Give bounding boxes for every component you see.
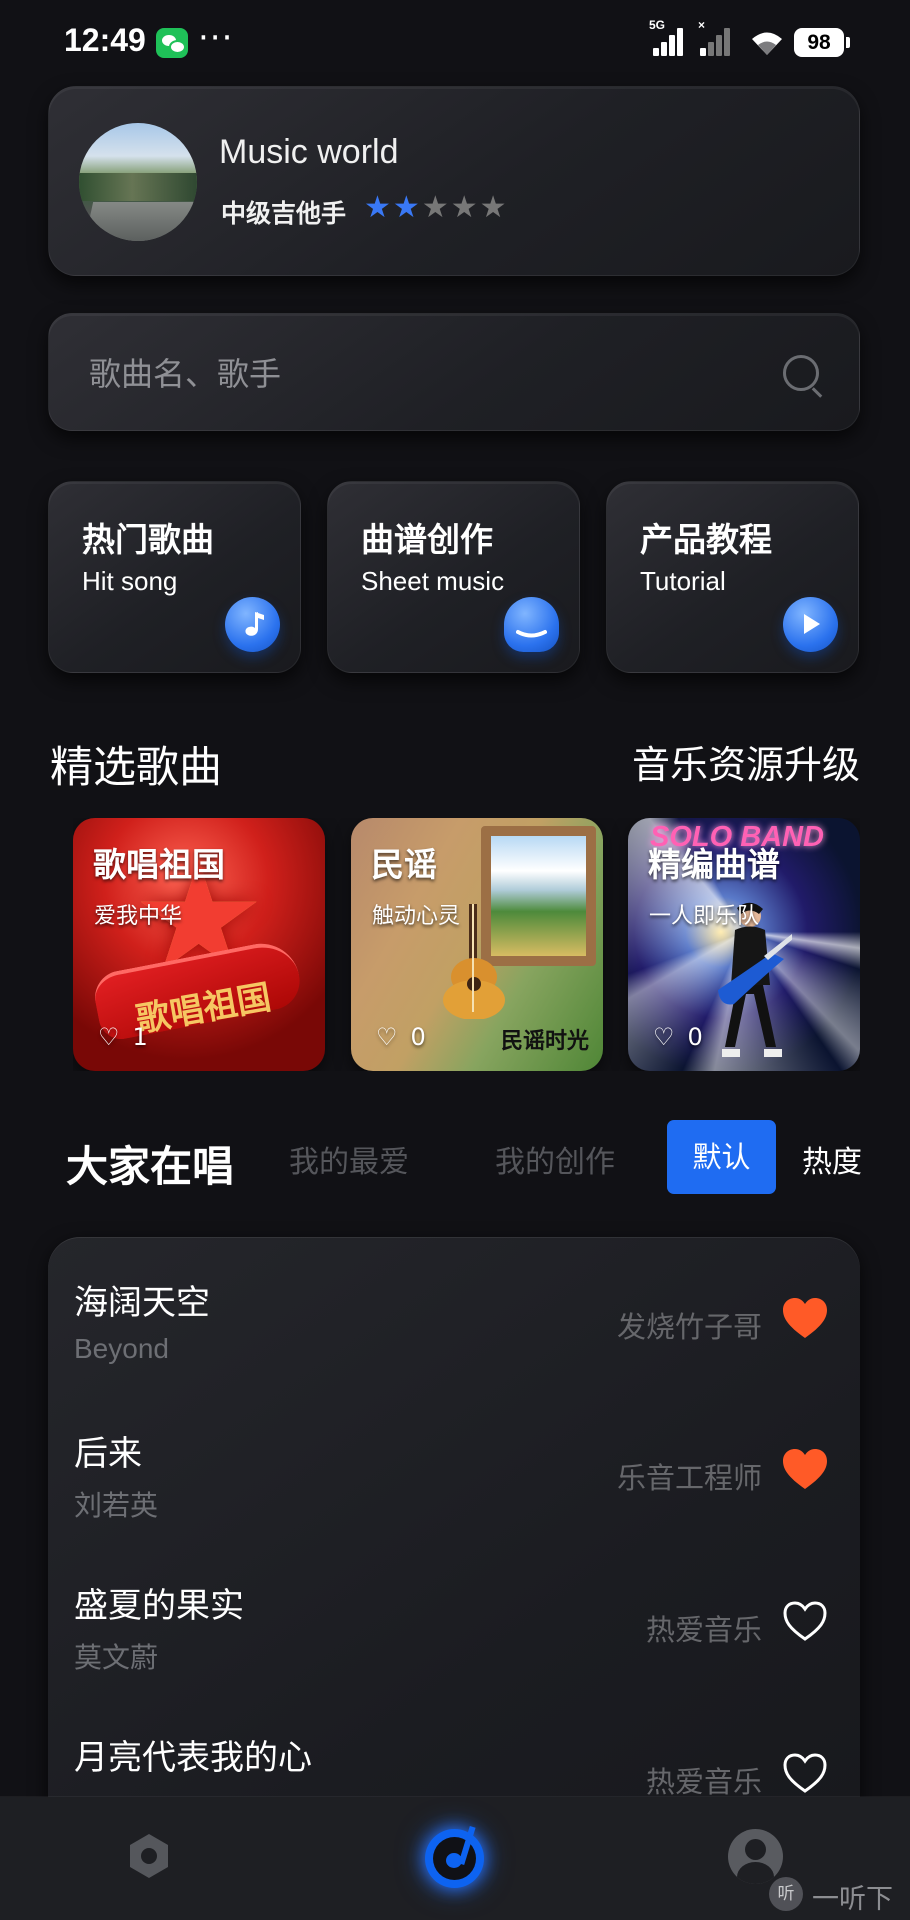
- watermark-text: 一听下载: [812, 1884, 893, 1915]
- battery-level: 98: [807, 31, 831, 54]
- like-number: 0: [687, 1023, 703, 1051]
- search-icon[interactable]: [783, 355, 819, 391]
- song-card-subtitle: 触动心灵: [372, 904, 461, 929]
- star-empty-icon: ★: [450, 190, 480, 225]
- song-artist: Beyond: [74, 1333, 169, 1364]
- community-song-list[interactable]: 海阔天空 Beyond 发烧竹子哥 后来 刘若英 乐音工程师 盛夏的果实 莫文蔚…: [48, 1237, 860, 1807]
- star-empty-icon: ★: [479, 190, 509, 225]
- hat-icon: [504, 597, 559, 652]
- status-time: 12:49: [64, 22, 146, 58]
- heart-outline-icon[interactable]: [782, 1752, 828, 1796]
- music-home-icon[interactable]: [425, 1829, 484, 1888]
- settings-icon[interactable]: [125, 1832, 173, 1880]
- selected-songs-title: 精选歌曲: [50, 743, 222, 793]
- feature-title: 曲谱创作: [361, 520, 493, 559]
- tab-my-favorites[interactable]: 我的最爱: [289, 1137, 409, 1181]
- song-artist: 刘若英: [74, 1490, 159, 1521]
- star-filled-icon: ★: [364, 190, 393, 225]
- play-icon: [783, 597, 838, 652]
- feature-subtitle: Tutorial: [640, 566, 726, 596]
- like-count[interactable]: ♡ 0: [653, 1023, 703, 1051]
- feature-title: 热门歌曲: [82, 520, 214, 559]
- song-card-arranged-score[interactable]: SOLO BAND 精编曲谱 一人即乐队 ♡ 0: [628, 818, 860, 1071]
- battery-icon: 98: [794, 28, 850, 57]
- profile-name: Music world: [219, 133, 399, 171]
- profile-card[interactable]: Music world 中级吉他手 ★★★★★: [48, 86, 860, 276]
- list-item[interactable]: 后来 刘若英 乐音工程师: [48, 1388, 860, 1538]
- song-user: 发烧竹子哥: [616, 1310, 762, 1344]
- heart-filled-icon[interactable]: [782, 1297, 828, 1341]
- community-title: 大家在唱: [66, 1142, 235, 1191]
- status-bar: 12:49 ··· 5G × 98: [0, 0, 910, 86]
- like-count[interactable]: ♡ 1: [98, 1023, 148, 1051]
- watermark: 听 一听下载: [769, 1877, 901, 1915]
- community-tabs: 大家在唱 我的最爱 我的创作 默认 热度: [0, 1113, 910, 1199]
- like-number: 1: [132, 1023, 148, 1051]
- sort-hot-button[interactable]: 热度: [802, 1137, 862, 1181]
- sort-default-button[interactable]: 默认: [667, 1120, 776, 1194]
- sheet-music-card[interactable]: 曲谱创作 Sheet music: [327, 481, 580, 673]
- tutorial-card[interactable]: 产品教程 Tutorial: [606, 481, 859, 673]
- song-card-sing-motherland[interactable]: ★ 歌唱祖国 歌唱祖国 爱我中华 ♡ 1: [73, 818, 325, 1071]
- hit-song-card[interactable]: 热门歌曲 Hit song: [48, 481, 301, 673]
- song-title: 后来: [74, 1434, 142, 1474]
- artwork-title: 民谣时光: [500, 1028, 589, 1054]
- more-notifications-icon: ···: [198, 18, 234, 58]
- wechat-icon: [156, 28, 188, 58]
- song-card-subtitle: 一人即乐队: [649, 904, 760, 929]
- heart-outline-icon: ♡: [376, 1023, 398, 1051]
- heart-outline-icon: ♡: [98, 1023, 120, 1051]
- music-note-icon: [225, 597, 280, 652]
- feature-title: 产品教程: [640, 520, 772, 559]
- mobile-signal-icon: 5G: [649, 18, 686, 56]
- tab-my-creations[interactable]: 我的创作: [495, 1137, 615, 1181]
- heart-filled-icon[interactable]: [782, 1448, 828, 1492]
- song-card-title: 民谣: [371, 845, 437, 884]
- music-resource-upgrade-link[interactable]: 音乐资源升级: [632, 734, 860, 789]
- song-title: 盛夏的果实: [74, 1586, 244, 1626]
- song-card-title: 歌唱祖国: [93, 845, 225, 884]
- list-item[interactable]: 海阔天空 Beyond 发烧竹子哥: [48, 1237, 860, 1387]
- song-user: 乐音工程师: [616, 1461, 762, 1495]
- song-user: 热爱音乐: [645, 1613, 762, 1647]
- watermark-icon: 听: [769, 1877, 803, 1911]
- search-bar[interactable]: [48, 313, 860, 431]
- mobile-signal-weak-icon: ×: [697, 18, 733, 56]
- heart-outline-icon[interactable]: [782, 1600, 828, 1644]
- song-user: 热爱音乐: [645, 1765, 762, 1799]
- profile-level: 中级吉他手: [221, 199, 347, 228]
- song-title: 月亮代表我的心: [74, 1738, 312, 1778]
- star-empty-icon: ★: [421, 190, 451, 225]
- wifi-icon: [752, 32, 782, 55]
- selected-songs-carousel[interactable]: ★ 歌唱祖国 歌唱祖国 爱我中华 ♡ 1 民谣时光 民谣 触动心灵 ♡ 0 SOLO…: [73, 818, 860, 1071]
- song-card-title: 精编曲谱: [648, 845, 780, 884]
- avatar[interactable]: [79, 123, 197, 241]
- feature-subtitle: Hit song: [82, 566, 178, 596]
- song-title: 海阔天空: [74, 1283, 210, 1323]
- like-number: 0: [410, 1023, 426, 1051]
- profile-icon[interactable]: [728, 1829, 783, 1884]
- list-item[interactable]: 盛夏的果实 莫文蔚 热爱音乐: [48, 1540, 860, 1690]
- star-filled-icon: ★: [392, 190, 422, 225]
- song-card-folk[interactable]: 民谣时光 民谣 触动心灵 ♡ 0: [351, 818, 603, 1071]
- list-item[interactable]: 月亮代表我的心 热爱音乐: [48, 1692, 860, 1807]
- like-count[interactable]: ♡ 0: [376, 1023, 426, 1051]
- bottom-navigation: 听 一听下载: [0, 1797, 910, 1920]
- song-card-subtitle: 爱我中华: [94, 904, 183, 929]
- rating-stars: ★★★★★: [364, 190, 509, 225]
- search-input[interactable]: [89, 352, 779, 396]
- feature-subtitle: Sheet music: [361, 566, 505, 596]
- song-artist: 莫文蔚: [74, 1642, 159, 1673]
- heart-outline-icon: ♡: [653, 1023, 675, 1051]
